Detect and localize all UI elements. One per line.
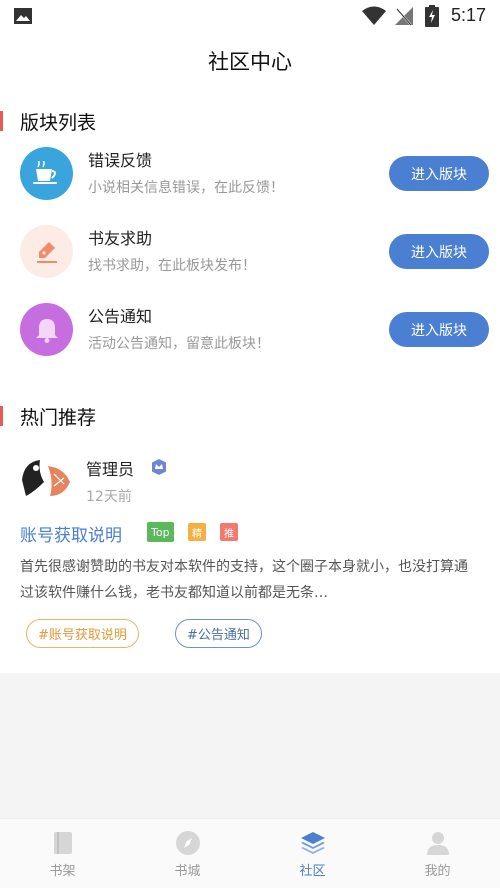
tab-label: 我的: [424, 864, 451, 879]
enter-forum-button[interactable]: 进入版块: [389, 312, 489, 347]
tab-label: 书城: [174, 864, 201, 879]
top-tag: Top: [147, 522, 174, 542]
tab-label: 书架: [49, 864, 76, 879]
status-time: 5:17: [451, 5, 487, 25]
empty-area: [0, 673, 500, 818]
section-accent-bar: [0, 406, 3, 426]
forum-item-help[interactable]: 书友求助 找书求助，在此板块发布！ 进入版块: [0, 215, 500, 289]
post-time: 12天前: [86, 489, 132, 505]
compass-icon: [175, 831, 200, 855]
forum-desc: 找书求助，在此板块发布！: [88, 258, 256, 274]
avatar[interactable]: [20, 452, 74, 506]
gallery-icon: [14, 8, 32, 24]
tab-store[interactable]: 书城: [125, 819, 250, 888]
no-signal-icon: [395, 7, 413, 26]
pencil-icon: [20, 225, 73, 278]
bookshelf-icon: [53, 832, 72, 854]
page-title: 社区中心: [208, 50, 292, 74]
section-accent-bar: [0, 111, 3, 131]
enter-forum-button[interactable]: 进入版块: [389, 156, 489, 191]
section-header-hot: 热门推荐: [0, 403, 96, 429]
post-title[interactable]: 账号获取说明: [20, 521, 122, 546]
featured-tag: 精: [188, 523, 206, 541]
bottom-tab-bar: 书架 书城 社区 我的: [0, 818, 500, 888]
post-excerpt: 首先很感谢赞助的书友对本软件的支持，这个圈子本身就小，也没打算通过该软件赚什么钱…: [20, 559, 468, 601]
tab-community[interactable]: 社区: [250, 819, 375, 888]
forum-desc: 小说相关信息错误，在此反馈！: [88, 180, 284, 196]
layers-icon: [300, 832, 325, 854]
recommended-tag: 推: [220, 523, 238, 541]
topic-tag[interactable]: #账号获取说明: [26, 619, 139, 648]
section-title: 热门推荐: [20, 406, 97, 429]
topic-tag[interactable]: #公告通知: [175, 619, 262, 648]
user-icon: [426, 832, 449, 855]
tab-bookshelf[interactable]: 书架: [0, 819, 125, 888]
forum-name: 错误反馈: [88, 151, 153, 170]
section-title: 版块列表: [20, 111, 97, 134]
admin-badge-icon: [152, 459, 166, 475]
coffee-cup-icon: [20, 147, 73, 200]
status-bar: 5:17: [0, 0, 500, 34]
enter-forum-button[interactable]: 进入版块: [389, 234, 489, 269]
tab-mine[interactable]: 我的: [375, 819, 500, 888]
tab-label: 社区: [299, 864, 326, 879]
bell-icon: [20, 303, 73, 356]
section-header-forums: 版块列表: [0, 108, 96, 134]
forum-name: 书友求助: [88, 229, 153, 248]
author-name[interactable]: 管理员: [86, 456, 134, 480]
battery-charging-icon: [425, 5, 439, 27]
forum-desc: 活动公告通知，留意此板块！: [88, 336, 270, 352]
forum-name: 公告通知: [88, 307, 153, 326]
forum-item-error-feedback[interactable]: 错误反馈 小说相关信息错误，在此反馈！ 进入版块: [0, 137, 500, 211]
forum-item-announcement[interactable]: 公告通知 活动公告通知，留意此板块！ 进入版块: [0, 293, 500, 367]
wifi-icon: [362, 6, 386, 25]
